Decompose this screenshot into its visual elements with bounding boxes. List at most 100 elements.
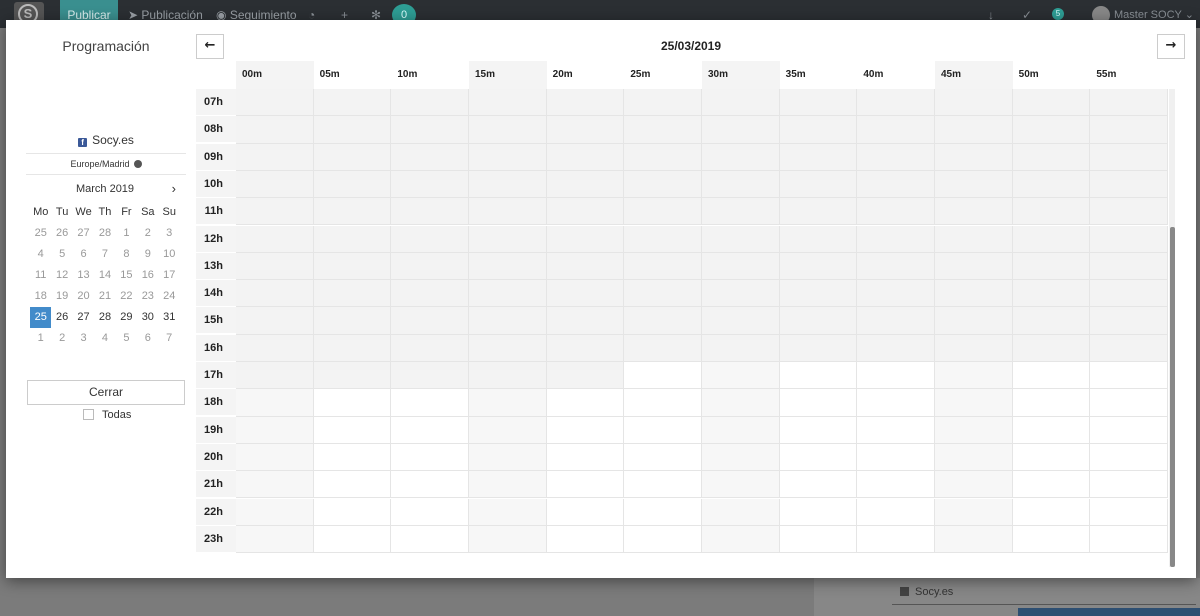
time-slot[interactable] bbox=[624, 362, 702, 390]
calendar-day[interactable]: 13 bbox=[73, 265, 94, 286]
time-slot[interactable] bbox=[469, 525, 547, 554]
time-slot[interactable] bbox=[1012, 443, 1091, 472]
time-slot[interactable] bbox=[935, 362, 1013, 390]
calendar-day[interactable]: 11 bbox=[30, 265, 51, 286]
time-slot[interactable] bbox=[624, 471, 702, 499]
time-slot[interactable] bbox=[546, 389, 625, 417]
time-slot[interactable] bbox=[391, 471, 469, 499]
calendar-day[interactable]: 10 bbox=[159, 244, 180, 265]
time-slot[interactable] bbox=[313, 416, 392, 444]
calendar-day[interactable]: 5 bbox=[116, 328, 137, 349]
calendar-day-selected[interactable]: 25 bbox=[30, 307, 52, 328]
time-slot[interactable] bbox=[1012, 416, 1091, 444]
time-slot[interactable] bbox=[857, 525, 935, 554]
time-slot[interactable] bbox=[857, 416, 935, 444]
calendar-day[interactable]: 31 bbox=[159, 307, 180, 328]
calendar-day[interactable]: 18 bbox=[30, 286, 51, 307]
time-slot[interactable] bbox=[702, 443, 780, 472]
time-slot[interactable] bbox=[391, 443, 469, 472]
calendar-day[interactable]: 9 bbox=[137, 244, 158, 265]
time-slot[interactable] bbox=[779, 362, 858, 390]
calendar-day[interactable]: 17 bbox=[159, 265, 180, 286]
time-slot[interactable] bbox=[236, 389, 314, 417]
time-slot[interactable] bbox=[935, 498, 1013, 526]
time-slot[interactable] bbox=[1090, 443, 1168, 472]
calendar-day[interactable]: 4 bbox=[94, 328, 115, 349]
time-slot[interactable] bbox=[1090, 525, 1168, 554]
time-slot[interactable] bbox=[857, 389, 935, 417]
time-slot[interactable] bbox=[702, 525, 780, 554]
time-slot[interactable] bbox=[1012, 498, 1091, 526]
time-slot[interactable] bbox=[1090, 389, 1168, 417]
calendar-day[interactable]: 24 bbox=[159, 286, 180, 307]
all-checkbox[interactable] bbox=[83, 409, 94, 420]
time-slot[interactable] bbox=[857, 498, 935, 526]
time-slot[interactable] bbox=[779, 389, 858, 417]
time-slot[interactable] bbox=[1090, 416, 1168, 444]
calendar-day[interactable]: 27 bbox=[73, 307, 94, 328]
time-slot[interactable] bbox=[779, 471, 858, 499]
time-slot[interactable] bbox=[469, 498, 547, 526]
time-slot[interactable] bbox=[935, 416, 1013, 444]
calendar-day[interactable]: 3 bbox=[159, 223, 180, 244]
time-slot[interactable] bbox=[313, 389, 392, 417]
calendar-day[interactable]: 1 bbox=[30, 328, 51, 349]
time-slot[interactable] bbox=[469, 416, 547, 444]
calendar-day[interactable]: 4 bbox=[30, 244, 51, 265]
time-slot[interactable] bbox=[391, 389, 469, 417]
time-slot[interactable] bbox=[935, 471, 1013, 499]
task-badge[interactable]: 5 bbox=[1052, 8, 1064, 20]
time-slot[interactable] bbox=[1012, 471, 1091, 499]
time-slot[interactable] bbox=[236, 471, 314, 499]
time-slot[interactable] bbox=[779, 498, 858, 526]
time-slot[interactable] bbox=[702, 471, 780, 499]
time-slot[interactable] bbox=[779, 416, 858, 444]
time-slot[interactable] bbox=[236, 443, 314, 472]
time-slot[interactable] bbox=[702, 498, 780, 526]
time-slot[interactable] bbox=[313, 498, 392, 526]
calendar-day[interactable]: 22 bbox=[116, 286, 137, 307]
time-slot[interactable] bbox=[546, 471, 625, 499]
calendar-day[interactable]: 26 bbox=[51, 223, 72, 244]
time-slot[interactable] bbox=[469, 389, 547, 417]
time-slot[interactable] bbox=[624, 498, 702, 526]
time-slot[interactable] bbox=[624, 416, 702, 444]
calendar-day[interactable]: 23 bbox=[137, 286, 158, 307]
calendar-day[interactable]: 15 bbox=[116, 265, 137, 286]
time-slot[interactable] bbox=[935, 389, 1013, 417]
time-slot[interactable] bbox=[624, 389, 702, 417]
calendar-day[interactable]: 25 bbox=[30, 223, 51, 244]
calendar-day[interactable]: 5 bbox=[51, 244, 72, 265]
time-slot[interactable] bbox=[702, 389, 780, 417]
time-slot[interactable] bbox=[779, 525, 858, 554]
time-slot[interactable] bbox=[546, 498, 625, 526]
next-month-button[interactable]: › bbox=[172, 181, 176, 196]
calendar-day[interactable]: 7 bbox=[94, 244, 115, 265]
time-slot[interactable] bbox=[935, 443, 1013, 472]
calendar-day[interactable]: 27 bbox=[73, 223, 94, 244]
calendar-day[interactable]: 28 bbox=[94, 307, 115, 328]
calendar-day[interactable]: 30 bbox=[137, 307, 158, 328]
calendar-day[interactable]: 19 bbox=[51, 286, 72, 307]
time-slot[interactable] bbox=[469, 443, 547, 472]
calendar-day[interactable]: 3 bbox=[73, 328, 94, 349]
time-slot[interactable] bbox=[702, 362, 780, 390]
time-slot[interactable] bbox=[236, 416, 314, 444]
time-slot[interactable] bbox=[1090, 362, 1168, 390]
time-slot[interactable] bbox=[1090, 498, 1168, 526]
calendar-day[interactable]: 12 bbox=[51, 265, 72, 286]
previous-day-button[interactable]: ← bbox=[196, 34, 224, 59]
calendar-day[interactable]: 16 bbox=[137, 265, 158, 286]
calendar-day[interactable]: 20 bbox=[73, 286, 94, 307]
time-slot[interactable] bbox=[469, 471, 547, 499]
calendar-day[interactable]: 6 bbox=[137, 328, 158, 349]
time-slot[interactable] bbox=[857, 362, 935, 390]
time-slot[interactable] bbox=[391, 416, 469, 444]
time-slot[interactable] bbox=[546, 443, 625, 472]
time-slot[interactable] bbox=[624, 443, 702, 472]
time-slot[interactable] bbox=[779, 443, 858, 472]
time-slot[interactable] bbox=[546, 525, 625, 554]
time-slot[interactable] bbox=[313, 443, 392, 472]
time-slot[interactable] bbox=[546, 416, 625, 444]
time-slot[interactable] bbox=[1012, 362, 1091, 390]
